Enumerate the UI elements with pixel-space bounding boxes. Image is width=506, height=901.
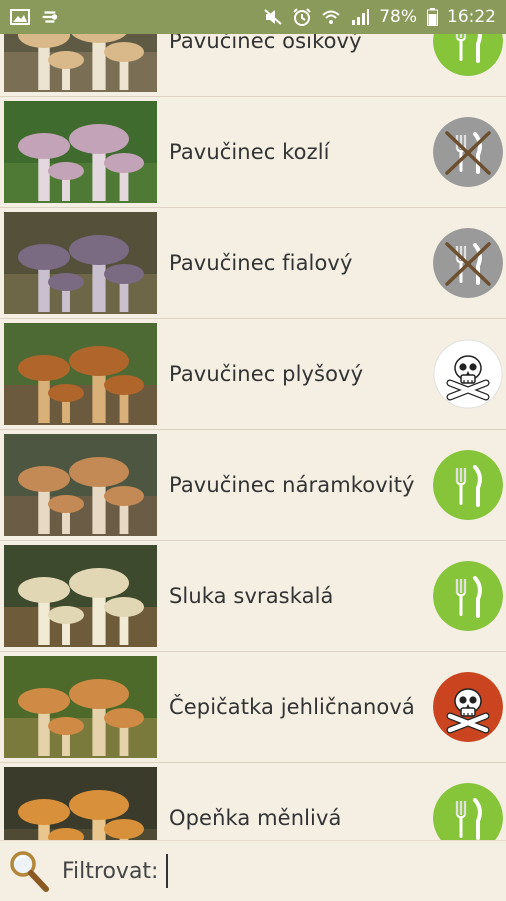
deadly-badge-graphic: [433, 672, 503, 742]
deadly-skull-icon: [433, 672, 503, 742]
mushroom-name: Pavučinec osikový: [169, 34, 362, 53]
mushroom-row[interactable]: Čepičatka jehličnanová: [0, 652, 506, 763]
mushroom-photo: [4, 767, 157, 840]
mute-icon: [263, 8, 283, 26]
alarm-icon: [292, 8, 312, 26]
edible-icon: [433, 783, 503, 840]
mushroom-row[interactable]: Pavučinec fialový: [0, 208, 506, 319]
mushroom-name: Čepičatka jehličnanová: [169, 695, 415, 719]
clock: 16:22: [447, 7, 496, 27]
mushroom-photo: [4, 545, 157, 647]
status-right: 78% 16:22: [263, 7, 496, 27]
mushroom-row[interactable]: Pavučinec osikový: [0, 34, 506, 97]
mushroom-photo: [4, 656, 157, 758]
mushroom-photo: [4, 101, 157, 203]
edible-badge-graphic: [433, 450, 503, 520]
edible-badge-graphic: [433, 783, 503, 840]
image-icon: [10, 8, 30, 26]
mushroom-thumbnail: [4, 656, 157, 758]
mushroom-row[interactable]: Opeňka měnlivá: [0, 763, 506, 840]
mushroom-photo: [4, 212, 157, 314]
filter-label: Filtrovat:: [62, 858, 159, 884]
edible-icon: [433, 561, 503, 631]
mushroom-row[interactable]: Sluka svraskalá: [0, 541, 506, 652]
signal-icon: [350, 8, 370, 26]
mushroom-name: Pavučinec náramkovitý: [169, 473, 415, 497]
mushroom-name: Pavučinec kozlí: [169, 140, 330, 164]
inedible-badge-graphic: [433, 228, 503, 298]
inedible-icon: [433, 117, 503, 187]
skull-icon: [433, 339, 503, 409]
mushroom-name: Opeňka měnlivá: [169, 806, 342, 830]
mushroom-photo: [4, 434, 157, 536]
mushroom-name: Sluka svraskalá: [169, 584, 334, 608]
inedible-icon: [433, 228, 503, 298]
inedible-badge-graphic: [433, 117, 503, 187]
mushroom-row[interactable]: Pavučinec plyšový: [0, 319, 506, 430]
mushroom-name: Pavučinec fialový: [169, 251, 353, 275]
mushroom-list-inner: Pavučinec osikový Pavučinec kozlí Pavučine…: [0, 34, 506, 840]
mushroom-thumbnail: [4, 767, 157, 840]
wifi-icon: [321, 8, 341, 26]
mushroom-list[interactable]: Pavučinec osikový Pavučinec kozlí Pavučine…: [0, 34, 506, 840]
status-left: [10, 8, 59, 26]
edible-badge-graphic: [433, 561, 503, 631]
mushroom-thumbnail: [4, 545, 157, 647]
mushroom-row[interactable]: Pavučinec náramkovitý: [0, 430, 506, 541]
mushroom-row[interactable]: Pavučinec kozlí: [0, 97, 506, 208]
magnifier-icon[interactable]: [6, 848, 52, 894]
battery-percent: 78%: [379, 7, 417, 27]
filter-bar: Filtrovat:: [0, 840, 506, 901]
mushroom-thumbnail: [4, 212, 157, 314]
status-bar: 78% 16:22: [0, 0, 506, 34]
edible-badge-graphic: [433, 34, 503, 76]
filter-input[interactable]: [166, 854, 435, 888]
edible-icon: [433, 34, 503, 76]
poisonous-badge-graphic: [433, 339, 503, 409]
mushroom-thumbnail: [4, 34, 157, 92]
speed-icon: [39, 8, 59, 26]
mushroom-photo: [4, 323, 157, 425]
mushroom-thumbnail: [4, 434, 157, 536]
battery-icon: [426, 8, 438, 26]
mushroom-name: Pavučinec plyšový: [169, 362, 364, 386]
mushroom-photo: [4, 34, 157, 92]
mushroom-thumbnail: [4, 101, 157, 203]
edible-icon: [433, 450, 503, 520]
mushroom-thumbnail: [4, 323, 157, 425]
